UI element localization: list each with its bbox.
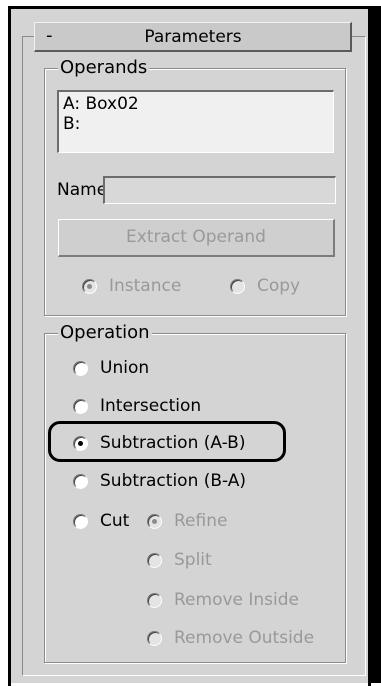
selection-highlight	[48, 421, 286, 462]
name-field[interactable]	[103, 176, 336, 204]
operands-list[interactable]: A: Box02 B:	[57, 90, 334, 153]
operation-group-label: Operation	[58, 322, 152, 344]
intersection-radio[interactable]	[73, 399, 88, 414]
refine-label: Refine	[174, 511, 228, 531]
operands-group-label: Operands	[58, 57, 150, 79]
copy-label: Copy	[257, 276, 301, 296]
union-label: Union	[100, 358, 150, 378]
operand-a-item[interactable]: A: Box02	[63, 94, 329, 114]
panel-scrollbar[interactable]	[371, 6, 381, 683]
rollout-title: Parameters	[144, 27, 242, 47]
remove-inside-radio[interactable]	[147, 593, 162, 608]
instance-radio[interactable]	[82, 279, 97, 294]
remove-outside-radio[interactable]	[147, 631, 162, 646]
split-radio[interactable]	[147, 553, 162, 568]
subtraction-ba-radio[interactable]	[73, 474, 88, 489]
instance-label: Instance	[109, 276, 182, 296]
remove-outside-label: Remove Outside	[174, 628, 315, 648]
extract-operand-button[interactable]: Extract Operand	[58, 219, 335, 257]
operand-b-item[interactable]: B:	[63, 114, 329, 134]
subtraction-ba-label: Subtraction (B-A)	[100, 471, 247, 491]
intersection-label: Intersection	[100, 396, 202, 416]
refine-radio[interactable]	[147, 514, 162, 529]
operation-group	[44, 333, 346, 663]
copy-radio[interactable]	[230, 279, 245, 294]
union-radio[interactable]	[73, 361, 88, 376]
remove-inside-label: Remove Inside	[174, 590, 300, 610]
split-label: Split	[174, 550, 212, 570]
cut-label: Cut	[100, 511, 130, 531]
cut-radio[interactable]	[73, 514, 88, 529]
